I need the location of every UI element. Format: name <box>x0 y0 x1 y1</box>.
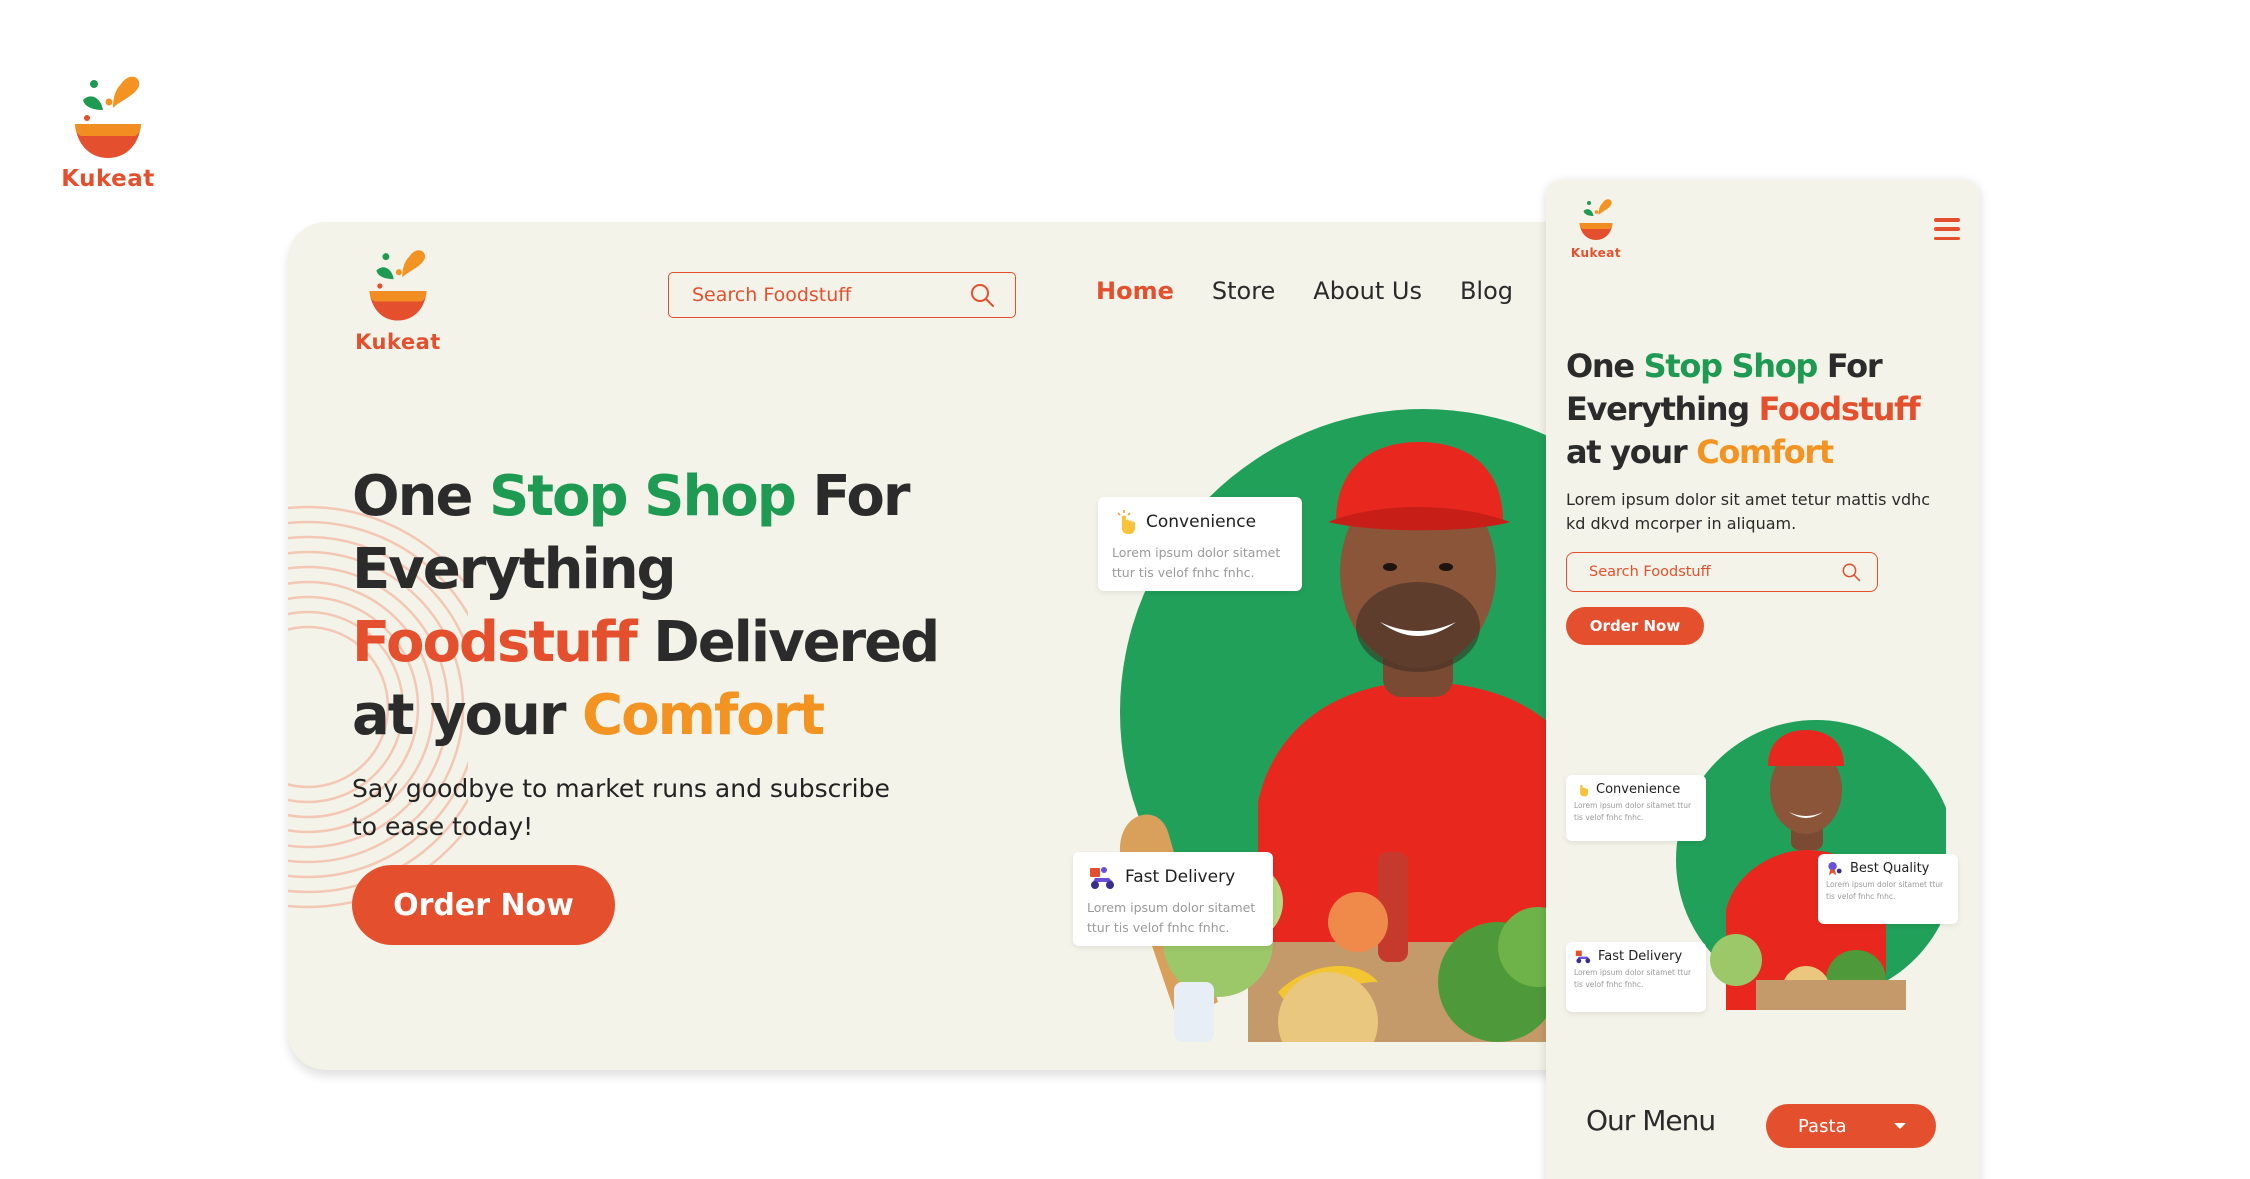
desktop-mockup: Kukeat Search Foodstuff Home Store About… <box>288 222 1648 1070</box>
tap-hand-icon <box>1580 785 1589 797</box>
feature-title: Convenience <box>1596 781 1681 797</box>
mobile-hero-subtitle: Lorem ipsum dolor sit amet tetur mattis … <box>1566 490 1931 533</box>
search-placeholder: Search Foodstuff <box>692 284 852 306</box>
delivery-scooter-icon <box>1575 950 1591 964</box>
feature-title: Convenience <box>1146 512 1257 532</box>
mobile-logo[interactable]: Kukeat <box>1570 198 1622 260</box>
mobile-mockup: Kukeat One Stop Shop For Everything Food… <box>1546 180 1980 1179</box>
hero-title: One Stop Shop For Everything Foodstuff D… <box>352 460 952 752</box>
feature-description: Lorem ipsum dolor sitamet ttur tis velof… <box>1087 900 1256 935</box>
corner-logo: Kukeat <box>58 74 158 192</box>
bowl-logo-icon <box>75 76 141 158</box>
title-part: One <box>352 464 489 529</box>
title-highlight-orange: Comfort <box>1696 433 1834 471</box>
nav-home[interactable]: Home <box>1096 277 1174 305</box>
mobile-feature-convenience: Convenience Lorem ipsum dolor sitamet tt… <box>1566 775 1706 841</box>
title-highlight-green: Stop Shop <box>488 464 797 529</box>
nav-about-us[interactable]: About Us <box>1313 277 1422 305</box>
feature-description: Lorem ipsum dolor sitamet ttur tis velof… <box>1112 545 1281 580</box>
feature-card-convenience: Convenience Lorem ipsum dolor sitamet tt… <box>1098 497 1302 591</box>
bowl-logo-icon <box>369 250 427 321</box>
title-highlight-red: Foodstuff <box>1758 390 1921 428</box>
search-placeholder: Search Foodstuff <box>1589 564 1711 580</box>
feature-title: Best Quality <box>1850 860 1930 876</box>
mobile-feature-best-quality: Best Quality Lorem ipsum dolor sitamet t… <box>1818 854 1958 924</box>
mobile-hero-title: One Stop Shop For Everything Foodstuff a… <box>1566 345 1946 474</box>
nav-blog[interactable]: Blog <box>1460 277 1513 305</box>
brand-name: Kukeat <box>1570 246 1622 260</box>
title-part: at your <box>1566 433 1697 471</box>
title-part: Everything <box>352 537 677 602</box>
caret-down-icon <box>1894 1123 1906 1129</box>
feature-description: Lorem ipsum dolor sitamet ttur tis velof… <box>1574 968 1692 989</box>
brand-name: Kukeat <box>355 330 441 354</box>
delivery-scooter-icon <box>1090 867 1114 889</box>
mobile-order-now-button[interactable]: Order Now <box>1566 607 1704 645</box>
hamburger-icon[interactable] <box>1934 218 1960 240</box>
order-now-button[interactable]: Order Now <box>352 865 615 945</box>
mobile-search-input[interactable]: Search Foodstuff <box>1566 552 1878 592</box>
menu-section-title: Our Menu <box>1586 1104 1716 1137</box>
desktop-logo[interactable]: Kukeat <box>352 248 444 354</box>
title-highlight-red: Foodstuff <box>352 610 638 675</box>
menu-category-select[interactable]: Pasta <box>1766 1104 1936 1148</box>
title-highlight-orange: Comfort <box>582 683 825 748</box>
title-highlight-green: Stop Shop <box>1643 347 1819 385</box>
tap-hand-icon <box>1117 510 1135 534</box>
selected-category: Pasta <box>1798 1115 1847 1137</box>
search-icon[interactable] <box>1841 562 1861 582</box>
title-part: For <box>794 464 910 529</box>
brand-name: Kukeat <box>61 166 155 192</box>
feature-description: Lorem ipsum dolor sitamet ttur tis velof… <box>1826 880 1944 901</box>
feature-title: Fast Delivery <box>1598 948 1683 964</box>
nav-store[interactable]: Store <box>1212 277 1275 305</box>
quality-badge-icon <box>1828 862 1842 876</box>
search-input[interactable]: Search Foodstuff <box>668 272 1016 318</box>
feature-description: Lorem ipsum dolor sitamet ttur tis velof… <box>1574 801 1692 822</box>
search-icon[interactable] <box>969 282 995 308</box>
title-part: One <box>1566 347 1644 385</box>
mobile-feature-fast-delivery: Fast Delivery Lorem ipsum dolor sitamet … <box>1566 942 1706 1012</box>
main-nav: Home Store About Us Blog <box>1096 277 1513 305</box>
page: Kukeat Kukeat Search Foodstuff Home Stor… <box>0 0 2250 1179</box>
feature-card-fast-delivery: Fast Delivery Lorem ipsum dolor sitamet … <box>1073 852 1273 946</box>
hero-subtitle: Say goodbye to market runs and subscribe… <box>352 774 890 841</box>
feature-title: Fast Delivery <box>1125 867 1236 887</box>
bowl-logo-icon <box>1579 199 1613 240</box>
